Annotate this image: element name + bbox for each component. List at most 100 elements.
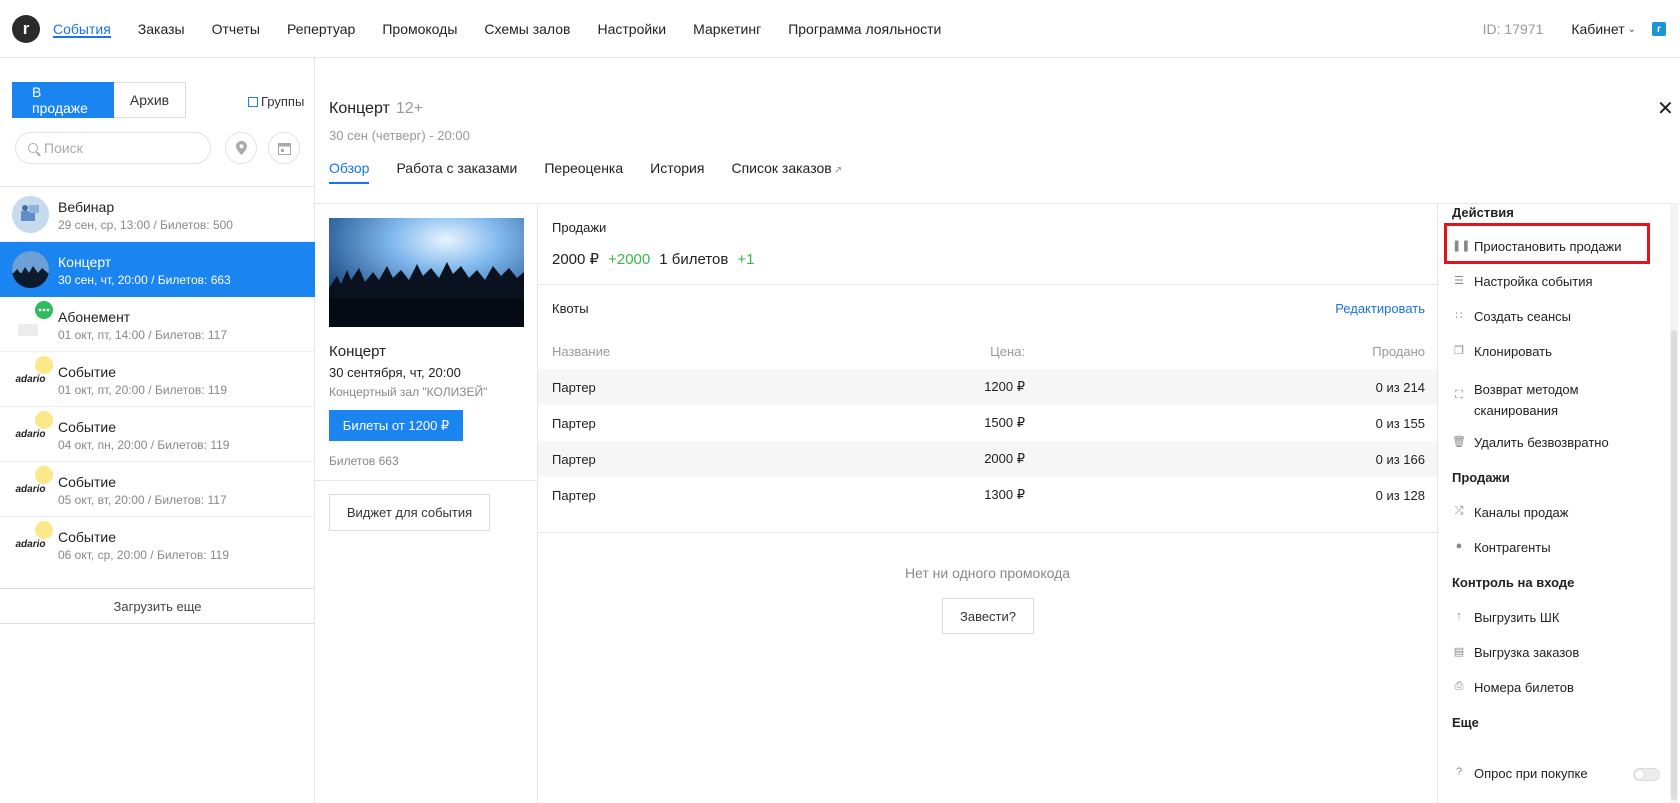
tab-archive[interactable]: Архив xyxy=(114,82,186,118)
clone-action[interactable]: ❐ Клонировать xyxy=(1452,344,1552,359)
nav-item-orders[interactable]: Заказы xyxy=(138,0,185,58)
list-icon: ☰ xyxy=(1454,275,1464,287)
event-details: 01 окт, пт, 14:00 / Билетов: 117 xyxy=(58,328,228,342)
event-settings-action[interactable]: ☰ Настройка события xyxy=(1452,274,1592,289)
event-name: Абонемент xyxy=(58,309,131,325)
tab-overview[interactable]: Обзор xyxy=(329,160,370,186)
delete-action[interactable]: 🗑 Удалить безвозвратно xyxy=(1452,435,1609,450)
sales-amount: 2000 ₽ xyxy=(552,251,600,268)
contractors-action[interactable]: ● Контрагенты xyxy=(1452,540,1551,555)
sales-channels-action[interactable]: ⤮ Каналы продаж xyxy=(1452,505,1569,520)
section-divider xyxy=(538,532,1437,533)
sales-heading: Продажи xyxy=(552,220,607,235)
purchase-survey-toggle[interactable] xyxy=(1633,768,1660,781)
app-logo[interactable]: r xyxy=(12,15,40,43)
adario-logo-text: adario xyxy=(15,539,46,550)
nav-item-promocodes[interactable]: Промокоды xyxy=(382,0,457,58)
section-actions-heading: Действия xyxy=(1452,205,1514,220)
quota-sold: 0 из 214 xyxy=(1375,379,1425,395)
list-item-event[interactable]: adario Событие 01 окт, пт, 20:00 / Билет… xyxy=(0,352,315,407)
age-rating: 12+ xyxy=(395,100,423,117)
list-item-event[interactable]: adario Событие 04 окт, пн, 20:00 / Билет… xyxy=(0,407,315,462)
chevron-down-icon: ⌄ xyxy=(1627,23,1636,35)
edit-quotas-link[interactable]: Редактировать xyxy=(1335,301,1425,316)
export-orders-action[interactable]: ▤ Выгрузка заказов xyxy=(1452,645,1580,660)
printer-icon: ⎙ xyxy=(1454,680,1464,692)
concert-image-icon xyxy=(12,251,49,288)
quota-name: Партер xyxy=(552,379,596,395)
event-name: Событие xyxy=(58,419,116,435)
tab-orders-list[interactable]: Список заказов ↗ xyxy=(731,160,842,186)
event-details: 01 окт, пт, 20:00 / Билетов: 119 xyxy=(58,383,228,397)
buy-tickets-button[interactable]: Билеты от 1200 ₽ xyxy=(329,410,463,441)
scrollbar-thumb[interactable] xyxy=(1671,330,1677,800)
load-more-button[interactable]: Загрузить еще xyxy=(0,588,315,624)
nav-item-marketing[interactable]: Маркетинг xyxy=(693,0,761,58)
groups-toggle[interactable]: Группы xyxy=(248,94,304,109)
nav-item-events[interactable]: События xyxy=(53,0,111,58)
nav-item-settings[interactable]: Настройки xyxy=(597,0,666,58)
create-sessions-action[interactable]: ∷ Создать сеансы xyxy=(1452,309,1572,324)
list-item-event[interactable]: adario Событие 06 окт, ср, 20:00 / Билет… xyxy=(0,517,315,572)
table-row: Партер 2000 ₽ 0 из 166 xyxy=(538,441,1437,477)
more-dots-icon xyxy=(38,308,50,312)
tab-on-sale[interactable]: В продаже xyxy=(12,82,114,118)
card-event-title: Концерт xyxy=(329,343,387,360)
tab-repricing[interactable]: Переоценка xyxy=(544,160,623,186)
tab-history[interactable]: История xyxy=(650,160,704,186)
purchase-survey-row: ? Опрос при покупке xyxy=(1452,766,1588,781)
column-header-sold: Продано xyxy=(1372,343,1425,359)
sales-amount-delta: +2000 xyxy=(608,251,651,268)
brand-small-icon[interactable]: r xyxy=(1652,22,1666,36)
quota-price: 1500 ₽ xyxy=(984,415,1025,430)
card-event-venue: Концертный зал "КОЛИЗЕЙ" xyxy=(329,385,488,399)
event-thumbnail xyxy=(12,196,49,233)
status-badge-green xyxy=(35,301,53,319)
event-tabs: Обзор Работа с заказами Переоценка Истор… xyxy=(329,160,869,186)
event-details: 04 окт, пн, 20:00 / Билетов: 119 xyxy=(58,438,230,452)
status-badge-yellow xyxy=(35,411,53,429)
table-row: Партер 1200 ₽ 0 из 214 xyxy=(538,369,1437,405)
event-widget-button[interactable]: Виджет для события xyxy=(329,494,490,531)
main-menu: События Заказы Отчеты Репертуар Промокод… xyxy=(53,0,968,58)
tab-order-work[interactable]: Работа с заказами xyxy=(396,160,517,186)
search-input[interactable] xyxy=(44,140,194,156)
ticket-numbers-action[interactable]: ⎙ Номера билетов xyxy=(1452,680,1574,695)
tab-orders-list-label: Список заказов xyxy=(731,160,832,176)
event-details: 29 сен, ср, 13:00 / Билетов: 500 xyxy=(58,218,233,232)
grid-icon: ∷ xyxy=(1455,310,1463,322)
location-filter-button[interactable] xyxy=(225,132,257,164)
sale-status-tabs: В продаже Архив xyxy=(12,82,186,118)
column-divider xyxy=(1437,203,1438,803)
webinar-image-icon xyxy=(12,196,49,233)
create-promocode-button[interactable]: Завести? xyxy=(942,598,1034,634)
nav-item-repertoire[interactable]: Репертуар xyxy=(287,0,355,58)
groups-checkbox[interactable] xyxy=(248,96,258,107)
account-id: ID: 17971 xyxy=(1482,21,1544,37)
calendar-filter-button[interactable] xyxy=(268,132,300,164)
list-item-event-selected[interactable]: Концерт 30 сен, чт, 20:00 / Билетов: 663 xyxy=(0,242,315,297)
section-sales-heading: Продажи xyxy=(1452,470,1510,485)
list-item-event[interactable]: Абонемент 01 окт, пт, 14:00 / Билетов: 1… xyxy=(0,297,315,352)
quotas-table: Название Цена: Продано Партер 1200 ₽ 0 и… xyxy=(538,333,1437,513)
export-orders-label: Выгрузка заказов xyxy=(1474,645,1580,660)
search-icon xyxy=(28,143,38,153)
scan-refund-action[interactable]: ⛶ Возврат методом сканирования xyxy=(1452,379,1578,421)
event-details: 06 окт, ср, 20:00 / Билетов: 119 xyxy=(58,548,230,562)
nav-item-loyalty[interactable]: Программа лояльности xyxy=(788,0,941,58)
list-item-event[interactable]: Вебинар 29 сен, ср, 13:00 / Билетов: 500 xyxy=(0,187,315,242)
section-divider xyxy=(538,284,1437,285)
cabinet-label: Кабинет xyxy=(1571,21,1625,37)
quota-sold: 0 из 128 xyxy=(1375,487,1425,503)
cabinet-menu[interactable]: Кабинет ⌄ xyxy=(1571,21,1636,37)
event-name: Событие xyxy=(58,364,116,380)
export-barcodes-action[interactable]: ↑ Выгрузить ШК xyxy=(1452,610,1559,625)
close-icon[interactable]: ✕ xyxy=(1657,96,1674,121)
sales-tickets: 1 билетов xyxy=(659,251,729,268)
list-item-event[interactable]: adario Событие 05 окт, вт, 20:00 / Билет… xyxy=(0,462,315,517)
nav-item-hall-schemes[interactable]: Схемы залов xyxy=(484,0,570,58)
nav-item-reports[interactable]: Отчеты xyxy=(212,0,260,58)
purchase-survey-label: Опрос при покупке xyxy=(1474,766,1588,781)
column-header-name: Название xyxy=(552,343,611,359)
user-icon: ● xyxy=(1455,540,1463,552)
